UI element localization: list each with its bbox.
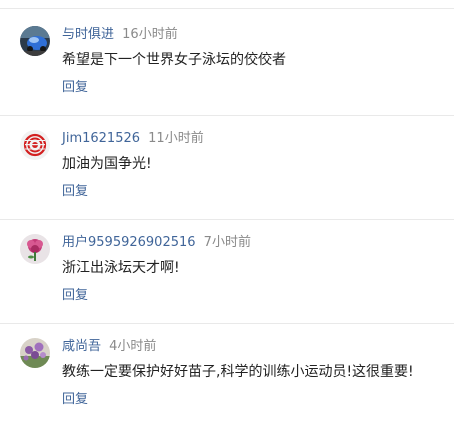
reply-button[interactable]: 回复 xyxy=(62,391,88,409)
username[interactable]: 咸尚吾 xyxy=(62,339,101,354)
comment-item: 用户9595926902516 7小时前 浙江出泳坛天才啊! 回复 xyxy=(0,220,454,324)
user-avatar[interactable] xyxy=(20,234,50,264)
comment-text: 希望是下一个世界女子泳坛的佼佼者 xyxy=(62,52,286,68)
blue-car-photo-avatar-icon xyxy=(20,26,50,56)
comment-item: 与时俱进 16小时前 希望是下一个世界女子泳坛的佼佼者 回复 xyxy=(0,12,454,116)
user-avatar[interactable] xyxy=(20,26,50,56)
pink-flower-avatar-icon xyxy=(20,234,50,264)
comment-text: 加油为国争光! xyxy=(62,156,152,172)
user-avatar[interactable] xyxy=(20,338,50,368)
reply-button[interactable]: 回复 xyxy=(62,183,88,201)
username[interactable]: 用户9595926902516 xyxy=(62,235,196,250)
reply-button[interactable]: 回复 xyxy=(62,287,88,305)
top-divider xyxy=(0,8,454,9)
user-avatar[interactable] xyxy=(20,130,50,160)
timestamp: 11小时前 xyxy=(148,131,204,146)
comment-item: 咸尚吾 4小时前 教练一定要保护好好苗子,科学的训练小运动员!这很重要! 回复 xyxy=(0,324,454,428)
comment-meta: Jim1621526 11小时前 xyxy=(62,130,204,148)
red-dot-logo-avatar-icon xyxy=(20,130,50,160)
comment-text: 浙江出泳坛天才啊! xyxy=(62,260,180,276)
timestamp: 4小时前 xyxy=(109,339,157,354)
comment-meta: 用户9595926902516 7小时前 xyxy=(62,234,251,252)
username[interactable]: Jim1621526 xyxy=(62,131,140,146)
comment-text: 教练一定要保护好好苗子,科学的训练小运动员!这很重要! xyxy=(62,364,414,380)
username[interactable]: 与时俱进 xyxy=(62,27,114,42)
comment-meta: 咸尚吾 4小时前 xyxy=(62,338,156,356)
reply-button[interactable]: 回复 xyxy=(62,79,88,97)
timestamp: 7小时前 xyxy=(203,235,251,250)
comment-item: Jim1621526 11小时前 加油为国争光! 回复 xyxy=(0,116,454,220)
comment-meta: 与时俱进 16小时前 xyxy=(62,26,178,44)
timestamp: 16小时前 xyxy=(122,27,178,42)
purple-flowers-photo-avatar-icon xyxy=(20,338,50,368)
